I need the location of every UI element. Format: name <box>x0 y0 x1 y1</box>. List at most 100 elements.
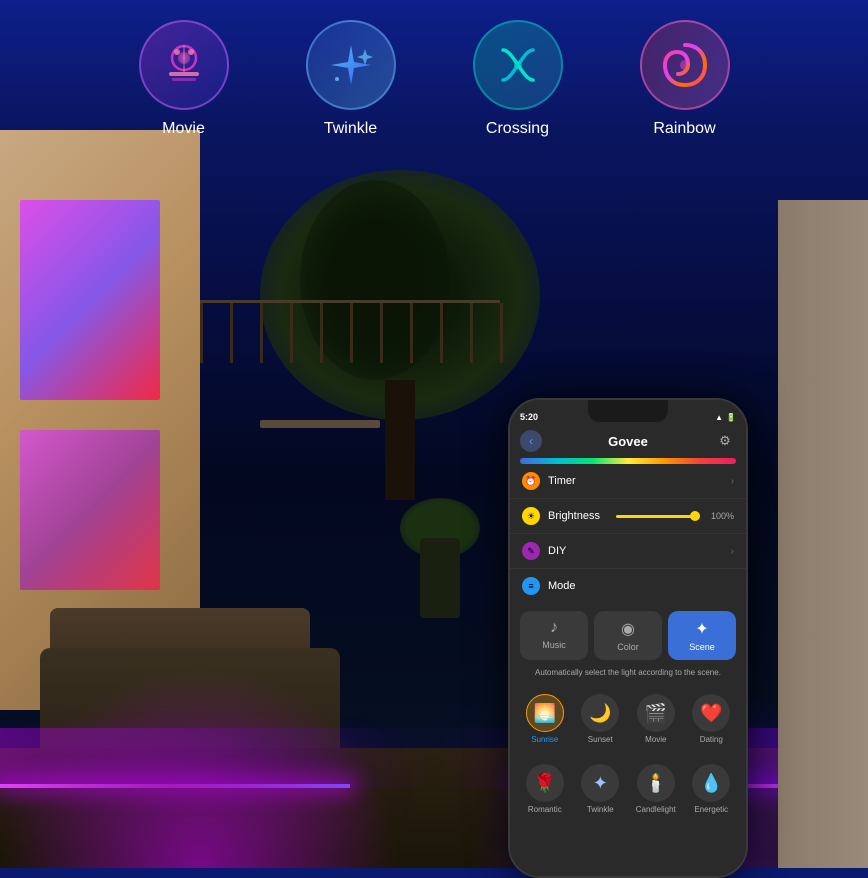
phone-notch <box>588 400 668 422</box>
signal-icon: ▲ <box>715 413 723 422</box>
table-top <box>260 420 380 428</box>
battery-icon: 🔋 <box>726 413 736 422</box>
rainbow-icon <box>660 40 710 90</box>
timer-chevron: › <box>731 476 734 487</box>
pergola-beam-7 <box>380 303 383 363</box>
mode-icon: ≡ <box>522 577 540 595</box>
sunrise-label: Sunrise <box>531 735 558 744</box>
scene-candlelight[interactable]: 🕯️ Candlelight <box>629 758 683 820</box>
mode-left: ≡ Mode <box>522 577 576 595</box>
phone-app-header: ‹ Govee ⚙ <box>510 428 746 458</box>
twinkle-icon <box>327 41 375 89</box>
icon-item-crossing[interactable]: Crossing <box>473 20 563 138</box>
scene-grid-row2: 🌹 Romantic ✦ Twinkle 🕯️ Candlelight <box>510 754 746 824</box>
timer-label: Timer <box>548 475 576 487</box>
pergola-beam-1 <box>200 303 203 363</box>
sunrise-icon: 🌅 <box>534 703 556 724</box>
right-wall <box>778 200 868 868</box>
tab-scene[interactable]: ✦ Scene <box>668 611 736 660</box>
timer-menu-item[interactable]: ⏰ Timer › <box>510 464 746 499</box>
scene-sunrise[interactable]: 🌅 Sunrise <box>518 688 572 750</box>
scene-energetic[interactable]: 💧 Energetic <box>685 758 739 820</box>
tab-color[interactable]: ◉ Color <box>594 611 662 660</box>
brightness-icon: ☀ <box>522 507 540 525</box>
romantic-icon: 🌹 <box>534 773 556 794</box>
ground-glow-purple <box>0 668 400 868</box>
twinkle-label: Twinkle <box>324 120 377 138</box>
diy-label: DIY <box>548 545 566 557</box>
sun-icon: ☀ <box>527 511 535 522</box>
pergola-beam-6 <box>350 303 353 363</box>
pergola-beam-11 <box>500 303 503 363</box>
settings-button[interactable]: ⚙ <box>714 430 736 452</box>
color-tab-icon: ◉ <box>621 619 635 639</box>
brightness-menu-item[interactable]: ☀ Brightness 100% <box>510 499 746 534</box>
crossing-label: Crossing <box>486 120 549 138</box>
house-window-left2 <box>20 430 160 590</box>
scene-dating[interactable]: ❤️ Dating <box>685 688 739 750</box>
top-icons-area: Movie Twinkle <box>0 0 868 158</box>
scene-movie-label: Movie <box>645 735 666 744</box>
back-icon: ‹ <box>529 434 533 448</box>
color-tab-label: Color <box>617 642 639 652</box>
scene-tab-icon: ✦ <box>695 619 708 639</box>
status-icons: ▲ 🔋 <box>715 413 736 422</box>
pergola-beam-9 <box>440 303 443 363</box>
diy-emoji: ✎ <box>527 546 535 557</box>
candlelight-label: Candlelight <box>636 805 676 814</box>
energetic-label: Energetic <box>694 805 728 814</box>
phone-screen: 5:20 ▲ 🔋 ‹ Govee ⚙ <box>510 400 746 876</box>
icon-item-twinkle[interactable]: Twinkle <box>306 20 396 138</box>
diy-menu-item[interactable]: ✎ DIY › <box>510 534 746 569</box>
mode-menu-item[interactable]: ≡ Mode <box>510 569 746 603</box>
diy-left: ✎ DIY <box>522 542 566 560</box>
brightness-value: 100% <box>711 511 734 521</box>
twinkle-icon-circle[interactable] <box>306 20 396 110</box>
timer-icon: ⏰ <box>522 472 540 490</box>
crossing-icon-circle[interactable] <box>473 20 563 110</box>
dating-icon-bg: ❤️ <box>692 694 730 732</box>
brightness-slider-container[interactable]: 100% <box>608 511 734 521</box>
mode-label: Mode <box>548 580 576 592</box>
timer-emoji: ⏰ <box>525 476 536 487</box>
tab-music[interactable]: ♪ Music <box>520 611 588 660</box>
romantic-label: Romantic <box>528 805 562 814</box>
scene-grid-row1: 🌅 Sunrise 🌙 Sunset 🎬 Movie <box>510 684 746 754</box>
scene-tab-label: Scene <box>689 642 715 652</box>
scene-movie[interactable]: 🎬 Movie <box>629 688 683 750</box>
brightness-label: Brightness <box>548 510 600 522</box>
pergola <box>200 300 500 360</box>
diy-chevron: › <box>731 546 734 557</box>
music-tab-icon: ♪ <box>550 619 558 637</box>
gear-icon: ⚙ <box>719 433 731 449</box>
brightness-thumb <box>690 511 700 521</box>
movie-icon <box>159 40 209 90</box>
dating-icon: ❤️ <box>700 703 722 724</box>
mode-tabs: ♪ Music ◉ Color ✦ Scene <box>510 603 746 668</box>
movie-icon-circle[interactable] <box>139 20 229 110</box>
house-window-left <box>20 200 160 400</box>
pergola-beam-4 <box>290 303 293 363</box>
back-button[interactable]: ‹ <box>520 430 542 452</box>
scene-sunset[interactable]: 🌙 Sunset <box>574 688 628 750</box>
pergola-beam-8 <box>410 303 413 363</box>
sunrise-icon-bg: 🌅 <box>526 694 564 732</box>
twinkle-scene-icon-bg: ✦ <box>581 764 619 802</box>
dating-label: Dating <box>700 735 723 744</box>
energetic-icon: 💧 <box>700 773 722 794</box>
icon-item-rainbow[interactable]: Rainbow <box>640 20 730 138</box>
romantic-icon-bg: 🌹 <box>526 764 564 802</box>
plant-pot <box>420 538 460 618</box>
phone-body: 5:20 ▲ 🔋 ‹ Govee ⚙ <box>508 398 748 878</box>
scene-movie-icon: 🎬 <box>645 703 667 724</box>
energetic-icon-bg: 💧 <box>692 764 730 802</box>
app-title: Govee <box>608 434 648 449</box>
phone-container: 5:20 ▲ 🔋 ‹ Govee ⚙ <box>508 398 748 878</box>
icon-item-movie[interactable]: Movie <box>139 20 229 138</box>
brightness-slider[interactable] <box>616 515 699 518</box>
scene-description: Automatically select the light according… <box>510 668 746 684</box>
scene-romantic[interactable]: 🌹 Romantic <box>518 758 572 820</box>
scene-twinkle[interactable]: ✦ Twinkle <box>574 758 628 820</box>
brightness-left: ☀ Brightness <box>522 507 600 525</box>
rainbow-icon-circle[interactable] <box>640 20 730 110</box>
